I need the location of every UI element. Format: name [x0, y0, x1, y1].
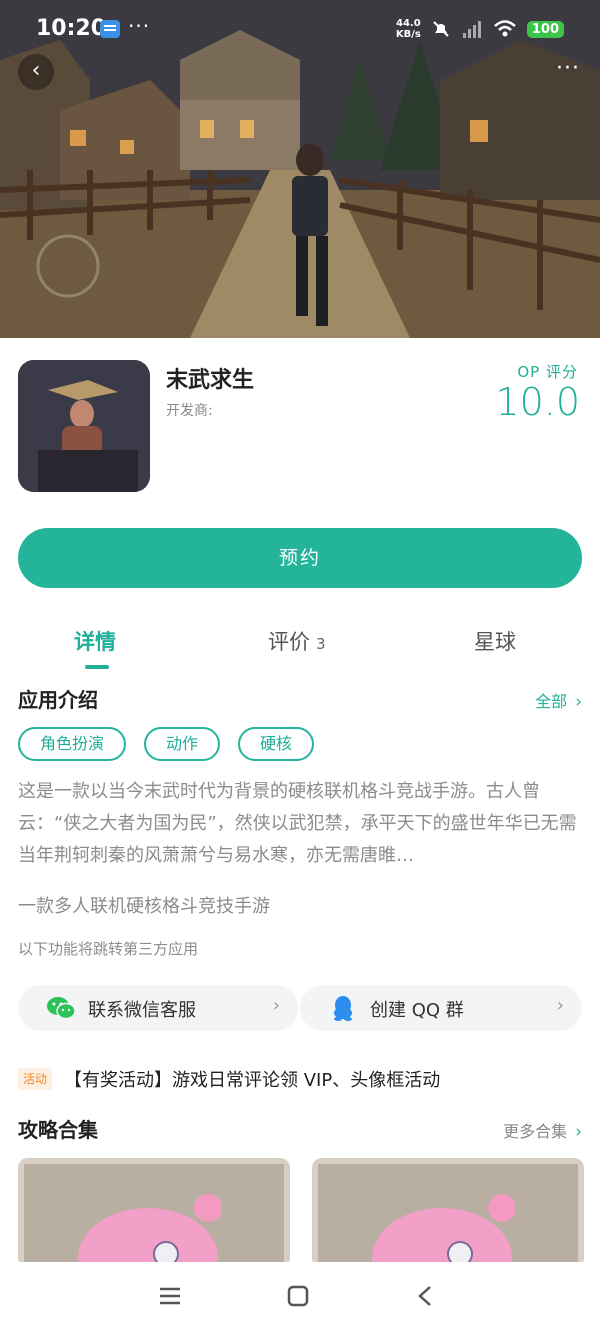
- activity-badge: 活动: [18, 1068, 53, 1090]
- chevron-right-icon: ›: [556, 995, 564, 1016]
- reserve-button[interactable]: 预约: [18, 528, 582, 588]
- tab-reviews[interactable]: 评价 3: [268, 626, 326, 656]
- tab-details-label: 详情: [74, 630, 116, 654]
- network-speed: 44.0 KB/s: [396, 18, 421, 40]
- wechat-service-label: 联系微信客服: [88, 1000, 196, 1021]
- tag-action[interactable]: 动作: [144, 727, 221, 761]
- guides-title: 攻略合集: [18, 1118, 98, 1142]
- network-speed-value: 44.0: [396, 18, 421, 29]
- battery-level: 100: [526, 20, 564, 38]
- menu-icon[interactable]: [158, 1284, 182, 1308]
- guides-more-label: 更多合集: [503, 1122, 568, 1141]
- wechat-service-button[interactable]: 联系微信客服 ›: [18, 985, 298, 1031]
- tag-hardcore[interactable]: 硬核: [238, 727, 315, 761]
- home-icon[interactable]: [286, 1284, 310, 1308]
- tab-planet-label: 星球: [474, 630, 516, 654]
- guide-card[interactable]: [18, 1158, 290, 1268]
- qq-group-label: 创建 QQ 群: [370, 1000, 464, 1021]
- back-chevron-icon: ‹: [31, 58, 41, 83]
- status-time: 10:20: [36, 16, 107, 41]
- network-speed-unit: KB/s: [395, 29, 421, 40]
- qq-icon: [334, 996, 352, 1021]
- tag-list: 角色扮演 动作 硬核: [18, 727, 315, 761]
- wechat-icon: [47, 997, 76, 1020]
- status-more-icon: ···: [128, 14, 151, 38]
- status-bar: 10:20 ··· 44.0 KB/s 100: [0, 0, 600, 60]
- app-icon: [18, 360, 150, 492]
- score-value: 10.0: [495, 380, 580, 424]
- tab-reviews-count: 3: [316, 635, 326, 653]
- developer-label: 开发商:: [166, 403, 213, 419]
- mute-bell-icon: [433, 21, 449, 37]
- back-button[interactable]: ‹: [18, 54, 54, 90]
- tab-bar: 详情 评价 3 星球: [0, 614, 600, 674]
- intro-title: 应用介绍: [18, 688, 98, 712]
- back-icon[interactable]: [414, 1284, 438, 1308]
- chevron-right-icon: ›: [272, 995, 280, 1016]
- guides-more-link[interactable]: 更多合集 ›: [503, 1118, 582, 1142]
- guide-card[interactable]: [312, 1158, 584, 1268]
- chevron-right-icon: ›: [575, 1122, 582, 1142]
- intro-all-label: 全部: [535, 692, 568, 711]
- chevron-right-icon: ›: [575, 692, 582, 712]
- hero-banner: 10:20 ··· 44.0 KB/s 100 ‹ ···: [0, 0, 600, 338]
- guide-thumbnail: [312, 1158, 584, 1268]
- tab-indicator: [85, 665, 109, 669]
- tab-planet[interactable]: 星球: [474, 626, 516, 656]
- signal-icon: [462, 21, 481, 38]
- tab-details[interactable]: 详情: [74, 626, 116, 656]
- intro-all-link[interactable]: 全部 ›: [535, 688, 582, 712]
- tab-reviews-label: 评价: [268, 630, 310, 654]
- score-label: OP 评分: [517, 363, 578, 381]
- qq-group-button[interactable]: 创建 QQ 群 ›: [300, 985, 582, 1031]
- tag-role-playing[interactable]: 角色扮演: [18, 727, 127, 761]
- status-indicators: 44.0 KB/s 100: [396, 18, 564, 40]
- activity-link[interactable]: 【有奖活动】游戏日常评论领 VIP、头像框活动: [64, 1066, 440, 1092]
- more-options-button[interactable]: ···: [556, 56, 580, 81]
- app-notification-icon: [100, 20, 120, 38]
- app-name: 末武求生: [166, 368, 255, 393]
- third-party-note: 以下功能将跳转第三方应用: [18, 940, 199, 958]
- app-icon-art: [18, 360, 150, 492]
- system-navigation-bar: [0, 1262, 600, 1333]
- wifi-icon: [494, 20, 516, 37]
- guide-thumbnail: [18, 1158, 290, 1268]
- app-subtitle: 一款多人联机硬核格斗竞技手游: [18, 896, 270, 917]
- app-description[interactable]: 这是一款以当今末武时代为背景的硬核联机格斗竞战手游。古人曾云：“侠之大者为国为民…: [18, 776, 584, 872]
